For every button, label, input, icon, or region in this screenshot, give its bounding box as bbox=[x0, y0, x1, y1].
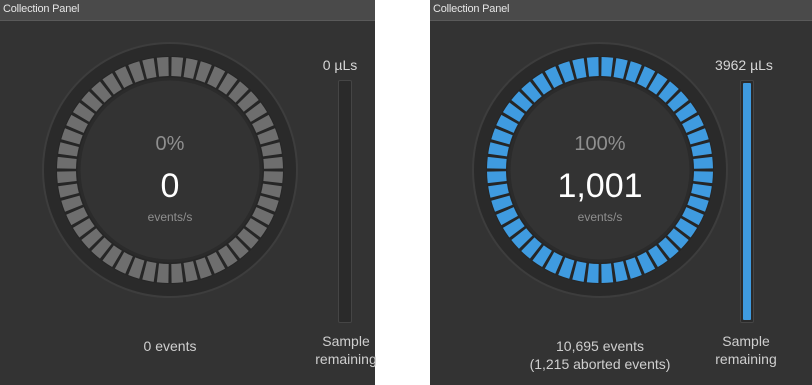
sample-label-line1: Sample bbox=[322, 333, 370, 349]
panel-title: Collection Panel bbox=[3, 3, 80, 15]
sample-label-line2: remaining bbox=[315, 351, 377, 367]
event-rate-gauge: 0% 0 events/s bbox=[40, 40, 300, 300]
aborted-event-count: (1,215 aborted events) bbox=[529, 356, 671, 372]
event-rate-gauge: 100% 1,001 events/s bbox=[470, 40, 730, 300]
sample-remaining-label: Sample remaining bbox=[306, 332, 386, 368]
gauge-percent: 100% bbox=[574, 133, 626, 155]
event-count: 0 events bbox=[143, 338, 197, 354]
sample-remaining-fill bbox=[743, 83, 751, 320]
gauge-percent: 0% bbox=[155, 133, 185, 155]
panel-titlebar[interactable]: Collection Panel bbox=[0, 0, 375, 21]
sample-volume: 0 µLs bbox=[322, 57, 358, 73]
event-rate-unit: events/s bbox=[577, 210, 623, 224]
panel-titlebar[interactable]: Collection Panel bbox=[430, 0, 812, 21]
event-count: 10,695 events bbox=[556, 338, 644, 354]
sample-volume: 3962 µLs bbox=[715, 57, 773, 73]
event-rate-value: 1,001 bbox=[557, 167, 643, 205]
collection-panel-left: Collection Panel 0% 0 events/s 0 µLs Sam… bbox=[0, 0, 377, 385]
event-rate-value: 0 bbox=[160, 167, 180, 205]
sample-remaining-bar bbox=[338, 80, 352, 323]
sample-remaining-bar bbox=[740, 80, 754, 323]
collection-panel-right: Collection Panel 100% 1,001 events/s 396… bbox=[430, 0, 812, 385]
panel-title: Collection Panel bbox=[433, 3, 510, 15]
event-rate-unit: events/s bbox=[147, 210, 193, 224]
